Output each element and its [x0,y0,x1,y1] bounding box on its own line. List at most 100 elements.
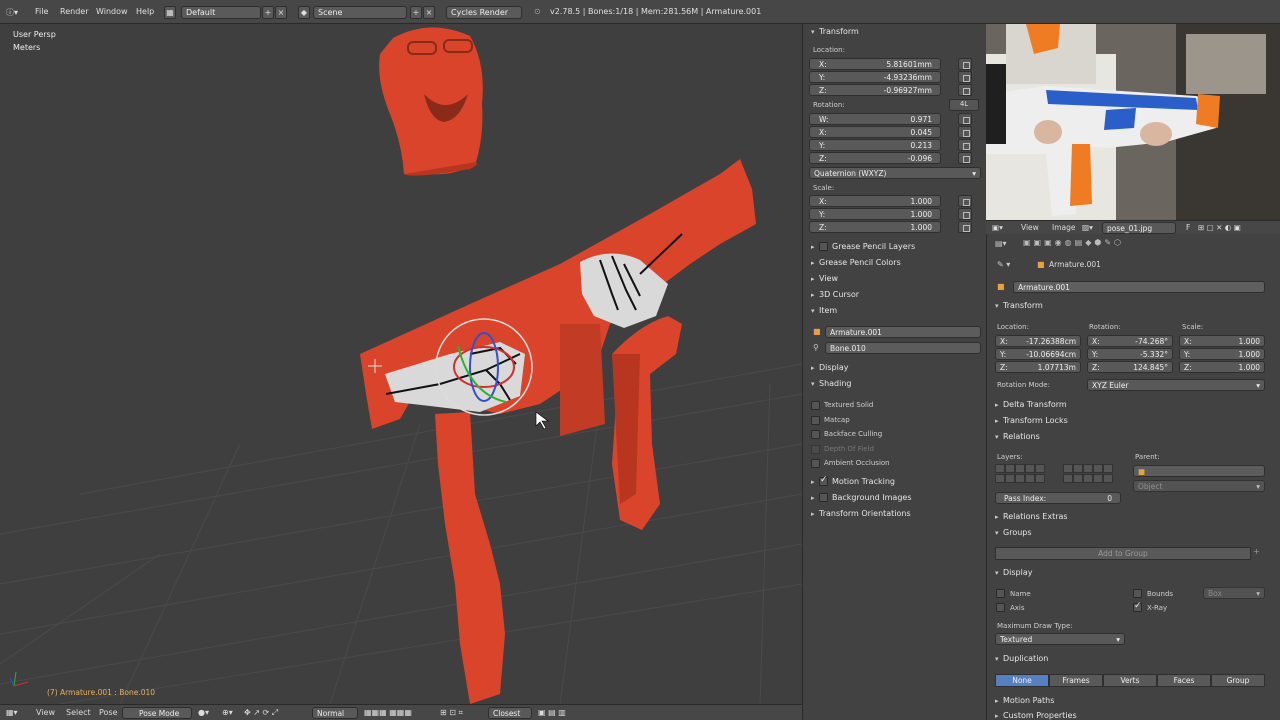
dup-faces-button[interactable]: Faces [1157,674,1211,687]
view-header[interactable]: ▸ View [811,274,838,283]
relations-extras-header[interactable]: ▸ Relations Extras [995,512,1068,521]
properties-context-tabs[interactable]: ▣▣▣◉◍▤◆⬢✎⬡ [1023,238,1124,247]
lock-icon[interactable] [958,139,972,151]
menu-help[interactable]: Help [136,7,154,16]
snap-icons[interactable]: ⊞ ⊡ ⌗ [440,708,463,718]
rotation-y-field[interactable]: Y: 0.213 [809,139,941,151]
dup-group-button[interactable]: Group [1211,674,1265,687]
delta-transform-header[interactable]: ▸ Delta Transform [995,400,1067,409]
background-images-header[interactable]: ▸ Background Images [811,493,912,502]
scene-icon[interactable]: ◆ [298,6,310,19]
head-model[interactable] [379,27,483,176]
location-x-field[interactable]: X: 5.81601mm [809,58,941,70]
props-scale-z[interactable]: Z: 1.000 [1179,361,1265,373]
max-draw-type-dropdown[interactable]: Textured ▾ [995,633,1125,645]
duplication-header[interactable]: ▾ Duplication [995,654,1048,663]
render-engine-selector[interactable]: Cycles Render [446,6,522,19]
viewport-editor-icon[interactable]: ▦▾ [6,708,18,717]
item-bone-name-field[interactable]: Bone.010 [825,342,981,354]
grease-pencil-colors-header[interactable]: ▸ Grease Pencil Colors [811,258,901,267]
dup-verts-button[interactable]: Verts [1103,674,1157,687]
scene-remove-icon[interactable]: × [423,6,435,19]
menu-view[interactable]: View [36,708,55,717]
location-y-field[interactable]: Y: -4.93236mm [809,71,941,83]
add-group-plus-icon[interactable]: + [1253,547,1260,556]
render-icons[interactable]: ▣ ▤ ▥ [538,708,566,717]
manipulator-icons[interactable]: ✥ ↗ ⟳ ⤢ [244,708,278,718]
lock-icon[interactable] [958,195,972,207]
lock-icon[interactable] [958,126,972,138]
display-xray-checkbox[interactable] [1133,601,1142,612]
props-location-y[interactable]: Y: -10.06694cm [995,348,1081,360]
props-transform-header[interactable]: ▾ Transform [995,301,1043,310]
ambient-occlusion-checkbox[interactable] [811,459,820,468]
display-name-checkbox[interactable] [996,589,1005,598]
props-scale-y[interactable]: Y: 1.000 [1179,348,1265,360]
menu-select[interactable]: Select [66,708,91,717]
props-scale-x[interactable]: X: 1.000 [1179,335,1265,347]
orientation-selector[interactable]: Normal [312,707,358,719]
props-rotation-y[interactable]: Y: -5.332° [1087,348,1173,360]
parent-type-dropdown[interactable]: Object ▾ [1133,480,1265,492]
editor-type-icon[interactable]: ⓘ▾ [6,7,26,18]
scale-x-field[interactable]: X: 1.000 [809,195,941,207]
menu-file[interactable]: File [35,7,48,16]
add-to-group-button[interactable]: Add to Group [995,547,1251,560]
grease-pencil-layers-header[interactable]: ▸ Grease Pencil Layers [811,242,915,251]
location-z-field[interactable]: Z: -0.96927mm [809,84,941,96]
rotation-4l-toggle[interactable]: 4L [949,99,979,111]
transform-orientations-header[interactable]: ▸ Transform Orientations [811,509,911,518]
dup-frames-button[interactable]: Frames [1049,674,1103,687]
depth-of-field-checkbox[interactable] [811,445,820,454]
scale-z-field[interactable]: Z: 1.000 [809,221,941,233]
lock-icon[interactable] [958,71,972,83]
image-menu-image[interactable]: Image [1052,223,1076,232]
transform-header[interactable]: ▾ Transform [811,27,859,36]
properties-editor-icon[interactable]: ▤▾ [995,239,1007,248]
motion-paths-header[interactable]: ▸ Motion Paths [995,696,1054,705]
motion-tracking-checkbox[interactable] [819,475,828,486]
display-axis-checkbox[interactable] [996,603,1005,612]
fake-user-toggle[interactable]: F [1186,223,1190,232]
display-bounds-checkbox[interactable] [1133,589,1142,598]
lock-icon[interactable] [958,221,972,233]
layer-buttons[interactable]: ▦▦▦ ▦▦▦ [364,708,412,717]
lock-icon[interactable] [958,84,972,96]
props-rotation-mode-dropdown[interactable]: XYZ Euler ▾ [1087,379,1265,391]
menu-window[interactable]: Window [96,7,128,16]
menu-render[interactable]: Render [60,7,88,16]
background-images-checkbox[interactable] [819,493,828,502]
matcap-checkbox[interactable] [811,416,820,425]
backface-culling-checkbox[interactable] [811,430,820,439]
pin-icon[interactable]: ✎ ▾ [997,260,1010,269]
props-display-header[interactable]: ▾ Display [995,568,1033,577]
pass-index-field[interactable]: Pass Index: 0 [995,492,1121,504]
layout-icon[interactable]: ▦ [164,6,176,19]
lock-icon[interactable] [958,58,972,70]
object-name-field[interactable]: Armature.001 [1013,281,1265,293]
blaster-model[interactable] [360,159,756,704]
textured-solid-checkbox[interactable] [811,401,820,410]
rotation-x-field[interactable]: X: 0.045 [809,126,941,138]
rotation-z-field[interactable]: Z: -0.096 [809,152,941,164]
scale-y-field[interactable]: Y: 1.000 [809,208,941,220]
props-rotation-x[interactable]: X: -74.268° [1087,335,1173,347]
lock-icon[interactable] [958,208,972,220]
lock-icon[interactable] [958,152,972,164]
grease-pencil-checkbox[interactable] [819,242,828,251]
scene-add-icon[interactable]: + [410,6,422,19]
scene-selector[interactable]: Scene [313,6,407,19]
relations-header[interactable]: ▾ Relations [995,432,1040,441]
menu-pose[interactable]: Pose [99,708,118,717]
props-location-z[interactable]: Z: 1.07713m [995,361,1081,373]
parent-field[interactable]: ■ [1133,465,1265,477]
custom-properties-header[interactable]: ▸ Custom Properties [995,711,1077,720]
transform-locks-header[interactable]: ▸ Transform Locks [995,416,1068,425]
rotation-mode-dropdown[interactable]: Quaternion (WXYZ) ▾ [809,167,981,179]
display-header[interactable]: ▸ Display [811,363,849,372]
image-header-icons[interactable]: ⊞ ▢ ✕ ◐ ▣ [1198,223,1241,232]
groups-header[interactable]: ▾ Groups [995,528,1032,537]
props-rotation-z[interactable]: Z: 124.845° [1087,361,1173,373]
dup-none-button[interactable]: None [995,674,1049,687]
snap-target-selector[interactable]: Closest [488,707,532,719]
